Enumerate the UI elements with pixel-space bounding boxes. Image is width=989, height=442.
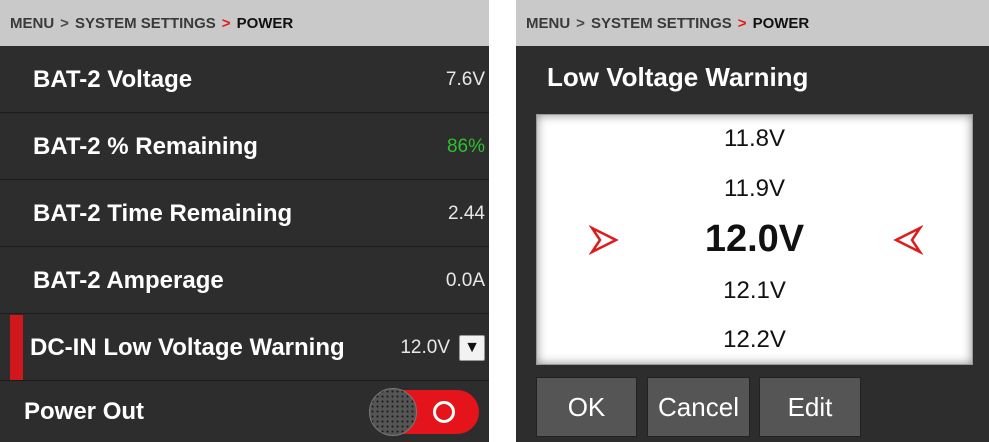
low-voltage-warning-dialog: MENU > SYSTEM SETTINGS > POWER Low Volta…: [516, 0, 989, 442]
row-power-out[interactable]: Power Out: [0, 382, 489, 442]
dialog-title: Low Voltage Warning: [547, 62, 809, 92]
breadcrumb-current-power: POWER: [236, 14, 294, 32]
toggle-on-icon: [433, 401, 455, 423]
row-label: BAT-2 Amperage: [33, 266, 224, 294]
row-dc-in-low-voltage-warning[interactable]: DC-IN Low Voltage Warning 12.0V ▼: [0, 315, 489, 381]
picker-option[interactable]: 12.1V: [537, 277, 972, 305]
selection-arrow-right-icon: [589, 225, 619, 255]
power-out-toggle[interactable]: [369, 388, 479, 436]
row-value: 0.0A: [445, 269, 485, 291]
breadcrumb-separator: >: [576, 14, 585, 32]
breadcrumb-separator: >: [60, 14, 69, 32]
row-bat2-voltage[interactable]: BAT-2 Voltage 7.6V: [0, 47, 489, 113]
edit-button[interactable]: Edit: [759, 377, 861, 437]
row-label: BAT-2 Voltage: [33, 65, 193, 93]
breadcrumb-system-settings[interactable]: SYSTEM SETTINGS: [75, 15, 216, 32]
picker-option[interactable]: 11.8V: [537, 125, 972, 153]
power-settings-screen: MENU > SYSTEM SETTINGS > POWER BAT-2 Vol…: [0, 0, 489, 442]
row-bat2-time-remaining[interactable]: BAT-2 Time Remaining 2.44: [0, 181, 489, 247]
row-label: BAT-2 % Remaining: [33, 132, 258, 160]
row-label: BAT-2 Time Remaining: [33, 199, 293, 227]
ok-button[interactable]: OK: [536, 377, 637, 437]
caret-down-icon[interactable]: ▼: [459, 334, 485, 361]
breadcrumb-separator-active: >: [737, 14, 747, 32]
row-label: Power Out: [24, 398, 145, 425]
row-value: 7.6V: [445, 68, 485, 90]
row-value: 2.44: [448, 202, 485, 224]
row-value: 86%: [446, 135, 485, 157]
cancel-button[interactable]: Cancel: [647, 377, 750, 437]
low-voltage-dropdown[interactable]: 12.0V ▼: [400, 334, 485, 361]
row-label: DC-IN Low Voltage Warning: [30, 333, 345, 361]
breadcrumb-menu[interactable]: MENU: [10, 15, 54, 32]
selection-arrow-left-icon: [893, 225, 923, 255]
voltage-picker[interactable]: 11.8V 11.9V 12.0V 12.1V 12.2V: [536, 114, 973, 365]
toggle-knob[interactable]: [369, 388, 417, 436]
breadcrumb-current-power: POWER: [752, 14, 810, 32]
dropdown-value: 12.0V: [400, 336, 450, 358]
row-bat2-percent-remaining[interactable]: BAT-2 % Remaining 86%: [0, 114, 489, 180]
breadcrumb-system-settings[interactable]: SYSTEM SETTINGS: [591, 15, 732, 32]
selection-indicator: [10, 315, 23, 380]
picker-option[interactable]: 11.9V: [537, 175, 972, 203]
breadcrumb-menu[interactable]: MENU: [526, 15, 570, 32]
breadcrumb: MENU > SYSTEM SETTINGS > POWER: [516, 0, 989, 46]
row-bat2-amperage[interactable]: BAT-2 Amperage 0.0A: [0, 248, 489, 314]
breadcrumb-separator-active: >: [221, 14, 231, 32]
picker-option[interactable]: 12.2V: [537, 326, 972, 354]
breadcrumb: MENU > SYSTEM SETTINGS > POWER: [0, 0, 489, 46]
